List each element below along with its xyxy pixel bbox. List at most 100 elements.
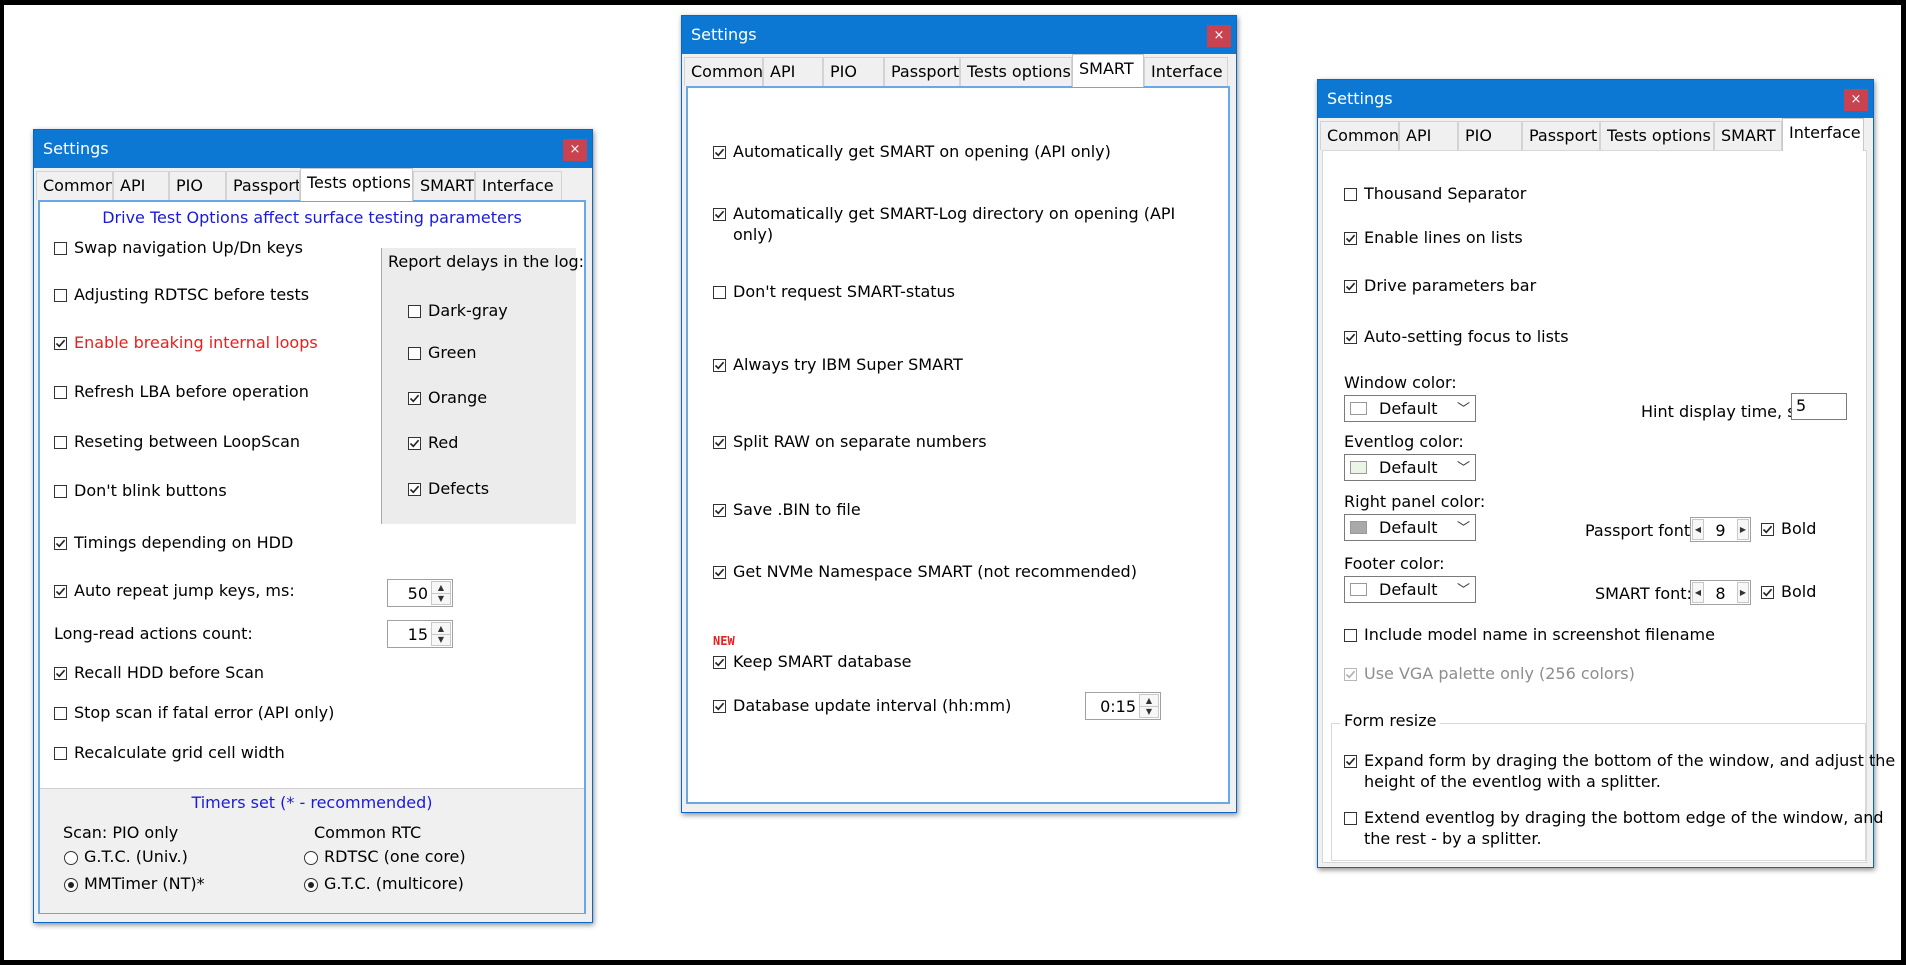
checkbox[interactable] xyxy=(1344,280,1357,293)
option-label: Recalculate grid cell width xyxy=(74,743,285,762)
window-color-dropdown[interactable]: Default ﹀ xyxy=(1344,395,1476,422)
tab-api[interactable]: API xyxy=(763,57,823,86)
timers-section: Timers set (* - recommended) Scan: PIO o… xyxy=(40,788,584,913)
tab-pio[interactable]: PIO xyxy=(823,57,884,86)
tab-api[interactable]: API xyxy=(113,171,169,200)
tab-interface[interactable]: Interface xyxy=(1144,57,1228,86)
checkbox[interactable] xyxy=(713,436,726,449)
checkbox[interactable] xyxy=(54,436,67,449)
checkbox[interactable] xyxy=(1344,188,1357,201)
checkbox[interactable] xyxy=(713,566,726,579)
footer-color-dropdown[interactable]: Default ﹀ xyxy=(1344,576,1476,603)
checkbox[interactable] xyxy=(54,289,67,302)
right-panel-color-dropdown[interactable]: Default ﹀ xyxy=(1344,514,1476,541)
checkbox[interactable] xyxy=(54,485,67,498)
radio-dot xyxy=(68,882,74,888)
tab-smart[interactable]: SMART xyxy=(413,171,475,200)
tab-passport[interactable]: Passport xyxy=(226,171,300,200)
checkbox[interactable] xyxy=(713,700,726,713)
spinner-arrows[interactable]: ▲ ▼ xyxy=(1139,694,1159,718)
checkbox[interactable] xyxy=(1344,629,1357,642)
checkbox[interactable] xyxy=(54,747,67,760)
spin-right-icon[interactable]: ▶ xyxy=(1737,582,1749,603)
radio-label: RDTSC (one core) xyxy=(324,847,466,866)
checkbox[interactable] xyxy=(713,504,726,517)
checkbox[interactable] xyxy=(54,242,67,255)
tab-smart[interactable]: SMART xyxy=(1072,54,1144,87)
tab-api[interactable]: API xyxy=(1399,121,1458,150)
close-button[interactable]: × xyxy=(1844,89,1868,111)
title-bar: Settings × xyxy=(682,16,1236,54)
long-read-spinner[interactable]: 15 ▲ ▼ xyxy=(387,620,453,648)
checkbox[interactable] xyxy=(408,305,421,318)
checkbox[interactable] xyxy=(713,146,726,159)
tab-strip: Common API PIO Passport Tests options SM… xyxy=(1318,118,1873,151)
checkbox[interactable] xyxy=(408,483,421,496)
spin-down-icon[interactable]: ▼ xyxy=(432,593,450,604)
tab-interface[interactable]: Interface xyxy=(1782,118,1864,151)
tab-passport[interactable]: Passport xyxy=(1522,121,1600,150)
tab-pio[interactable]: PIO xyxy=(169,171,226,200)
checkbox[interactable] xyxy=(1344,232,1357,245)
passport-font-spinner[interactable]: ◀ 9 ▶ xyxy=(1690,517,1751,542)
checkbox[interactable] xyxy=(54,707,67,720)
dropdown-value: Default xyxy=(1379,458,1438,477)
tab-interface[interactable]: Interface xyxy=(475,171,562,200)
settings-window-smart: Settings × Common API PIO Passport Tests… xyxy=(681,15,1237,813)
checkbox[interactable] xyxy=(1344,812,1357,825)
tab-pio[interactable]: PIO xyxy=(1458,121,1522,150)
option-label: Don't blink buttons xyxy=(74,481,227,500)
tab-passport[interactable]: Passport xyxy=(884,57,960,86)
checkbox[interactable] xyxy=(54,337,67,350)
checkbox[interactable] xyxy=(713,286,726,299)
tab-smart[interactable]: SMART xyxy=(1714,121,1782,150)
checkbox[interactable] xyxy=(713,359,726,372)
tab-tests-options[interactable]: Tests options xyxy=(960,57,1072,86)
rtc-title: Common RTC xyxy=(314,823,422,842)
radio-button[interactable] xyxy=(304,878,318,892)
option-label: Get NVMe Namespace SMART (not recommende… xyxy=(733,562,1137,581)
checkbox[interactable] xyxy=(713,208,726,221)
checkbox[interactable] xyxy=(1344,755,1357,768)
tab-common[interactable]: Common xyxy=(36,171,113,200)
tab-tests-options[interactable]: Tests options xyxy=(300,168,413,201)
hint-time-input[interactable]: 5 xyxy=(1791,393,1847,420)
eventlog-color-dropdown[interactable]: Default ﹀ xyxy=(1344,454,1476,481)
checkbox[interactable] xyxy=(408,437,421,450)
checkbox[interactable] xyxy=(54,386,67,399)
checkbox[interactable] xyxy=(713,656,726,669)
checkbox[interactable] xyxy=(54,585,67,598)
radio-button[interactable] xyxy=(304,851,318,865)
checkbox[interactable] xyxy=(1344,331,1357,344)
spin-right-icon[interactable]: ▶ xyxy=(1737,519,1749,540)
checkbox[interactable] xyxy=(1761,586,1774,599)
option-label: Reseting between LoopScan xyxy=(74,432,301,451)
checkbox[interactable] xyxy=(54,667,67,680)
checkbox[interactable] xyxy=(408,392,421,405)
tab-tests-options[interactable]: Tests options xyxy=(1600,121,1714,150)
dropdown-value: Default xyxy=(1379,580,1438,599)
close-button[interactable]: × xyxy=(1207,25,1231,47)
radio-button[interactable] xyxy=(64,878,78,892)
auto-repeat-spinner[interactable]: 50 ▲ ▼ xyxy=(387,579,453,607)
spin-down-icon[interactable]: ▼ xyxy=(1140,706,1158,717)
checkbox[interactable] xyxy=(54,537,67,550)
interval-spinner[interactable]: 0:15 ▲ ▼ xyxy=(1085,692,1161,720)
checkbox[interactable] xyxy=(1761,523,1774,536)
option-label: Adjusting RDTSC before tests xyxy=(74,285,310,304)
spinner-arrows[interactable]: ▲ ▼ xyxy=(431,581,451,605)
eventlog-color-label: Eventlog color: xyxy=(1344,432,1464,451)
settings-window-tests-options: Settings × Common API PIO Passport Tests… xyxy=(33,129,593,923)
settings-window-interface: Settings × Common API PIO Passport Tests… xyxy=(1317,79,1895,868)
smart-font-spinner[interactable]: ◀ 8 ▶ xyxy=(1690,580,1751,605)
report-delays-group: Report delays in the log: Dark-gray Gree… xyxy=(381,248,584,524)
close-button[interactable]: × xyxy=(563,139,587,161)
radio-button[interactable] xyxy=(64,851,78,865)
tab-common[interactable]: Common xyxy=(684,57,763,86)
color-swatch xyxy=(1350,521,1367,534)
spin-down-icon[interactable]: ▼ xyxy=(432,634,450,645)
option-label: Enable breaking internal loops xyxy=(74,333,318,352)
spinner-arrows[interactable]: ▲ ▼ xyxy=(431,622,451,646)
checkbox[interactable] xyxy=(408,347,421,360)
tab-common[interactable]: Common xyxy=(1320,121,1399,150)
